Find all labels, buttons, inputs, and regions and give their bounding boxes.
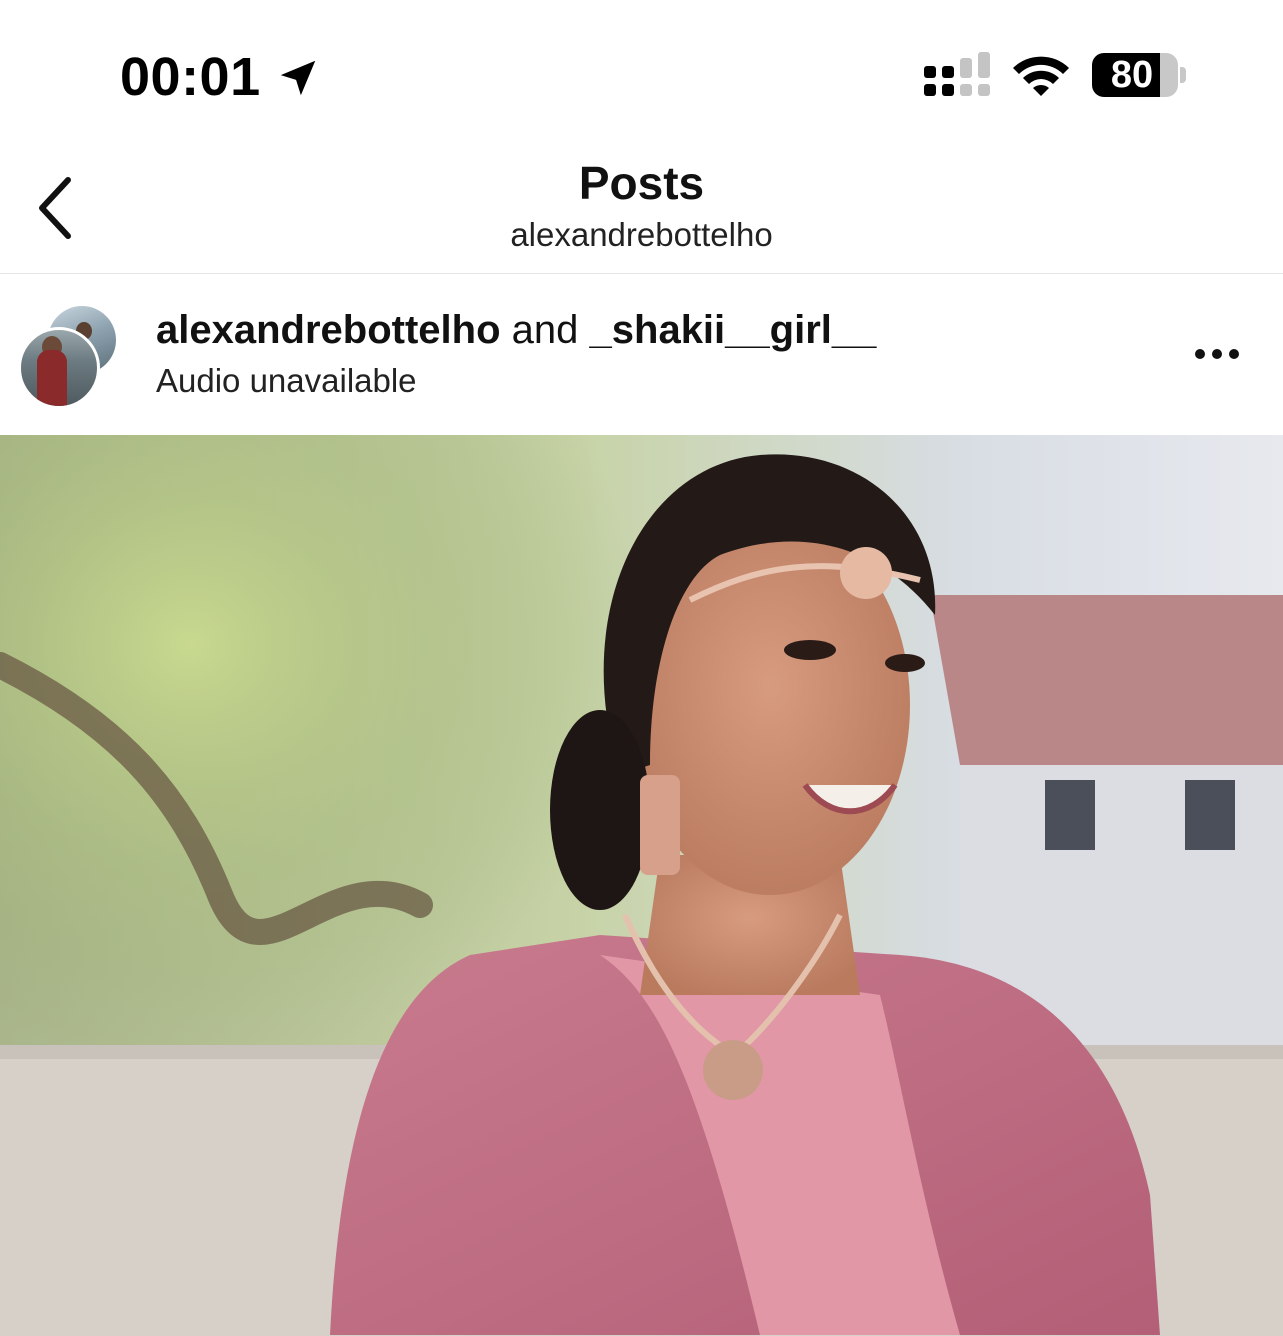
- nav-header: Posts alexandrebottelho: [0, 140, 1283, 274]
- wifi-icon: [1013, 56, 1069, 96]
- username-primary[interactable]: alexandrebottelho: [156, 308, 501, 352]
- post-photo[interactable]: [0, 435, 1283, 1336]
- page-title: Posts: [578, 157, 705, 209]
- battery-level: 80: [1110, 54, 1154, 96]
- more-horizontal-icon: [1195, 349, 1239, 359]
- authors-joiner: and: [511, 308, 579, 352]
- status-time: 00:01: [120, 47, 261, 107]
- hair-bun: [550, 710, 650, 910]
- avatar-primary[interactable]: [18, 327, 100, 409]
- status-bar: 00:01 80: [0, 0, 1283, 140]
- location-arrow-icon: [280, 60, 316, 96]
- more-options-button[interactable]: [1186, 336, 1250, 372]
- cellular-signal-icon: [924, 52, 990, 96]
- building-roof: [930, 595, 1283, 765]
- audio-status[interactable]: Audio unavailable: [156, 362, 417, 400]
- post-authors: alexandrebottelho and _shakii__girl__: [156, 308, 876, 353]
- username-secondary[interactable]: _shakii__girl__: [590, 308, 877, 352]
- post-header: alexandrebottelho and _shakii__girl__ Au…: [0, 274, 1283, 434]
- page-subtitle-username[interactable]: alexandrebottelho: [0, 216, 1283, 254]
- battery-nub: [1180, 67, 1186, 83]
